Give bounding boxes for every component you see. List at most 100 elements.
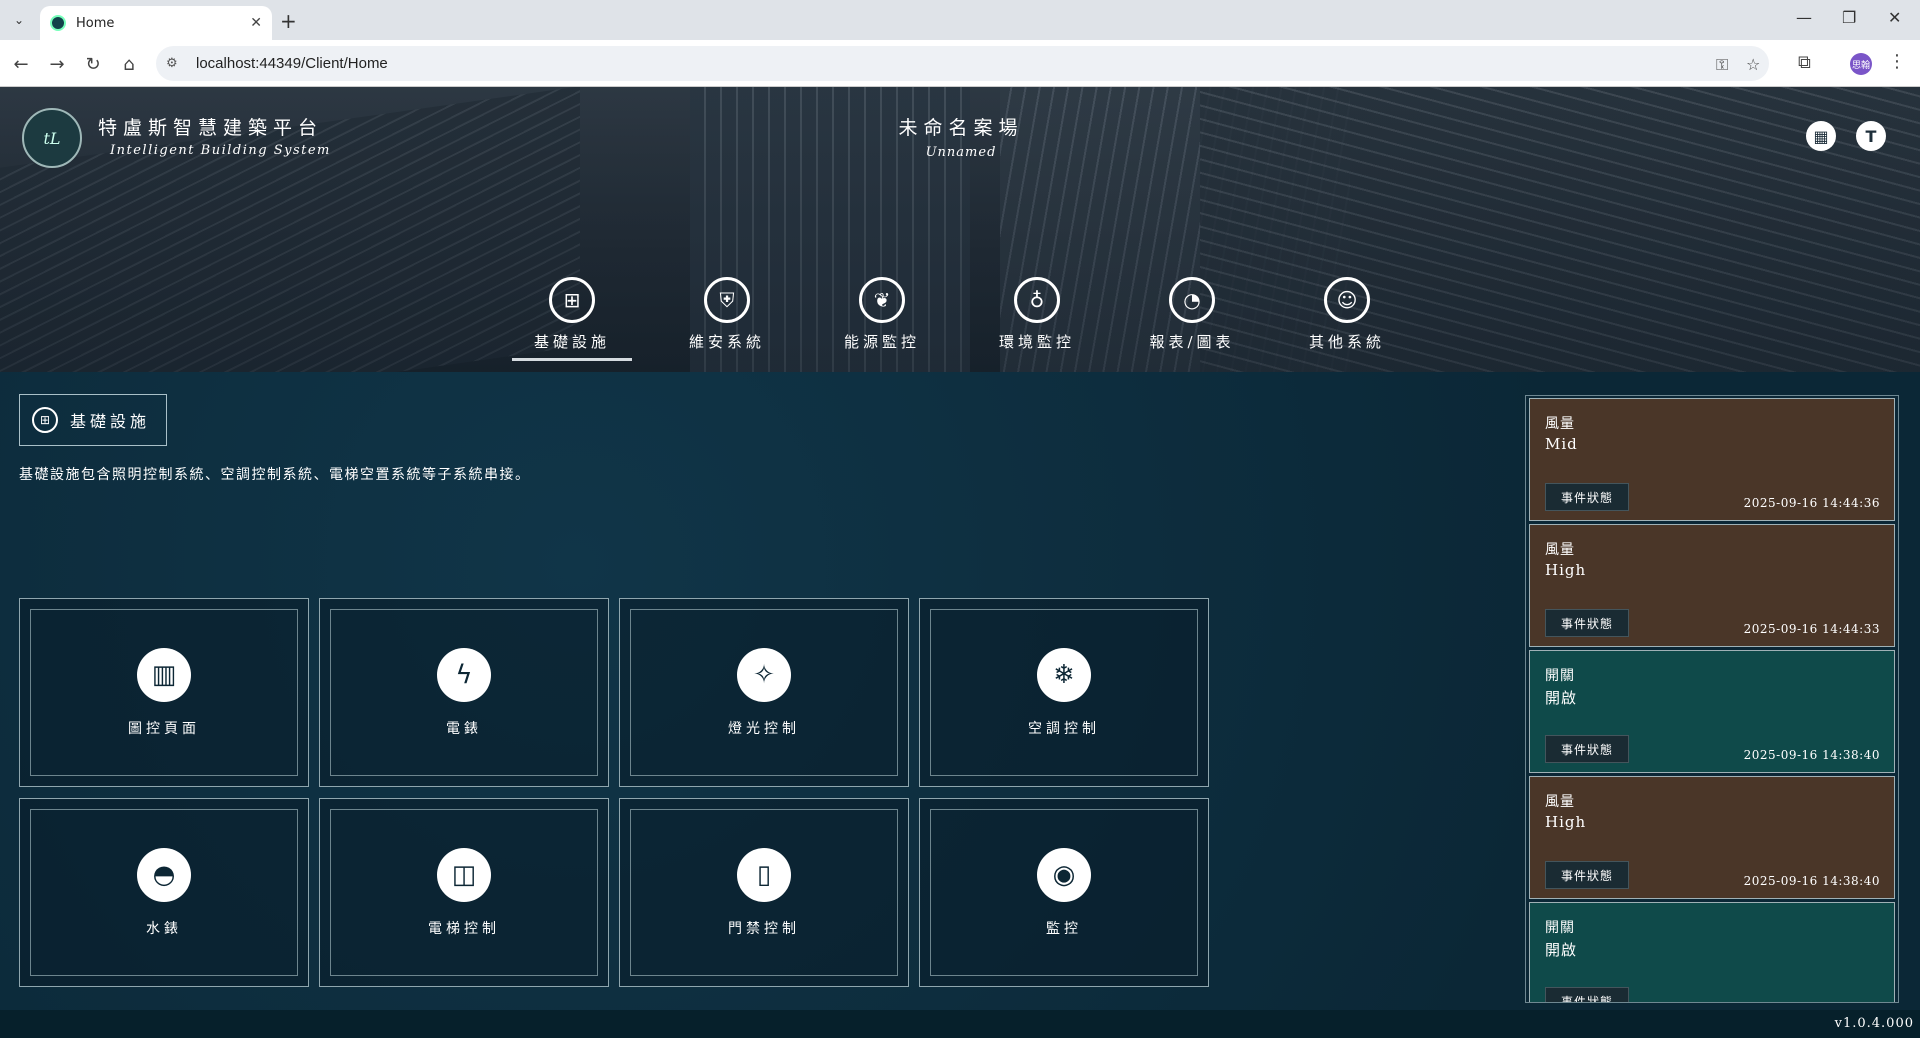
event-time: 2025-09-16 14:38:40 (1743, 748, 1880, 762)
tile-hvac-control[interactable]: ❄ 空調控制 (919, 598, 1209, 787)
tile-graphic-control[interactable]: ▥ 圖控頁面 (19, 598, 309, 787)
favicon-icon (50, 15, 66, 31)
nav-label: 基礎設施 (512, 331, 632, 361)
brand-subtitle: Intelligent Building System (110, 143, 331, 158)
event-card: 風量 Mid 事件狀態 2025-09-16 14:44:36 (1529, 398, 1895, 521)
event-card: 風量 High 事件狀態 2025-09-16 14:38:40 (1529, 776, 1895, 899)
tile-water-meter[interactable]: ◓ 水錶 (19, 798, 309, 987)
globe-flame-icon: ♁ (1014, 277, 1060, 323)
tile-label: 圖控頁面 (128, 720, 200, 737)
tile-label: 電梯控制 (428, 920, 500, 937)
event-time: 2025-09-16 14:38:40 (1743, 874, 1880, 888)
tile-frame: ϟ 電錶 (330, 609, 598, 776)
event-card: 風量 High 事件狀態 2025-09-16 14:44:33 (1529, 524, 1895, 647)
tile-frame: ❄ 空調控制 (930, 609, 1198, 776)
tile-frame: ◫ 電梯控制 (330, 809, 598, 976)
tile-frame: ▯ 門禁控制 (630, 809, 898, 976)
event-status-button[interactable]: 事件狀態 (1545, 735, 1629, 763)
version-label: v1.0.4.000 (1834, 1016, 1914, 1031)
event-value: High (1545, 561, 1587, 579)
event-time: 2025-09-16 14:44:33 (1743, 622, 1880, 636)
event-value: 開啟 (1545, 689, 1578, 707)
nav-reports[interactable]: ◔ 報表/圖表 (1132, 277, 1252, 352)
brand-logo[interactable]: tL (22, 108, 82, 168)
profile-avatar[interactable]: 思翰 (1850, 53, 1872, 75)
nav-environment[interactable]: ♁ 環境監控 (977, 277, 1097, 352)
window-close-icon[interactable]: ✕ (1888, 8, 1901, 27)
footer: v1.0.4.000 (0, 1010, 1920, 1038)
apps-grid-icon[interactable]: ▦ (1806, 121, 1836, 151)
restore-icon[interactable]: ❐ (1842, 8, 1856, 27)
browser-tab[interactable]: Home ✕ (40, 6, 272, 40)
tile-lighting-control[interactable]: ✧ 燈光控制 (619, 598, 909, 787)
building-icon: ▥ (137, 647, 191, 702)
back-icon[interactable]: ← (8, 51, 34, 77)
tab-close-icon[interactable]: ✕ (250, 15, 262, 31)
event-status-button[interactable]: 事件狀態 (1545, 609, 1629, 637)
tab-search-icon[interactable]: ⌄ (8, 9, 30, 31)
leaf-plug-icon: ❦ (859, 277, 905, 323)
nav-infrastructure[interactable]: ⊞ 基礎設施 (512, 277, 632, 361)
event-value: 開啟 (1545, 941, 1578, 959)
event-value: Mid (1545, 435, 1578, 453)
browser-menu-icon[interactable]: ⋮ (1888, 51, 1906, 72)
nav-label: 報表/圖表 (1149, 333, 1235, 351)
nav-label: 其他系統 (1308, 333, 1385, 351)
tile-frame: ◉ 監控 (930, 809, 1198, 976)
water-meter-icon: ◓ (137, 847, 191, 902)
browser-toolbar: ← → ↻ ⌂ ⚙ localhost:44349/Client/Home ⚿ … (0, 40, 1920, 87)
tile-label: 門禁控制 (728, 920, 800, 937)
tile-label: 水錶 (146, 920, 182, 937)
address-bar[interactable]: ⚙ localhost:44349/Client/Home ⚿ ☆ (156, 46, 1769, 81)
brand-title: 特盧斯智慧建築平台 (98, 117, 324, 139)
lightbulb-icon: ✧ (737, 647, 791, 702)
forward-icon[interactable]: → (44, 51, 70, 77)
event-status-button[interactable]: 事件狀態 (1545, 987, 1629, 1002)
nav-other-systems[interactable]: ☺ 其他系統 (1287, 277, 1407, 352)
hvac-icon: ❄ (1037, 647, 1091, 702)
main-content: ⊞ 基礎設施 基礎設施包含照明控制系統、空調控制系統、電梯空置系統等子系統串接。… (0, 372, 1920, 1010)
logo-text: tL (43, 128, 61, 148)
section-title: 基礎設施 (70, 412, 151, 431)
power-meter-icon: ϟ (437, 647, 491, 702)
site-info-icon[interactable]: ⚙ (166, 56, 186, 71)
event-time: 2025-09-16 14:44:36 (1743, 496, 1880, 510)
tile-frame: ✧ 燈光控制 (630, 609, 898, 776)
url-text[interactable]: localhost:44349/Client/Home (196, 55, 388, 72)
new-tab-icon[interactable]: + (280, 9, 297, 33)
event-title: 開關 (1545, 668, 1575, 684)
tab-title: Home (76, 15, 115, 31)
tile-power-meter[interactable]: ϟ 電錶 (319, 598, 609, 787)
event-status-button[interactable]: 事件狀態 (1545, 861, 1629, 889)
nav-security[interactable]: ⛨ 維安系統 (667, 277, 787, 352)
building-globe-icon: ⊞ (32, 407, 58, 433)
pie-chart-icon: ◔ (1169, 277, 1215, 323)
browser-tab-bar: ⌄ Home ✕ + — ❐ ✕ (0, 0, 1920, 40)
event-card: 開關 開啟 事件狀態 (1529, 902, 1895, 1002)
building-globe-icon: ⊞ (549, 277, 595, 323)
extensions-icon[interactable]: ⧉ (1798, 52, 1811, 73)
event-title: 風量 (1545, 416, 1575, 432)
cctv-icon: ◉ (1037, 847, 1091, 902)
home-icon[interactable]: ⌂ (116, 51, 142, 77)
tile-elevator-control[interactable]: ◫ 電梯控制 (319, 798, 609, 987)
bookmark-star-icon[interactable]: ☆ (1746, 55, 1760, 74)
event-status-button[interactable]: 事件狀態 (1545, 483, 1629, 511)
app-header: tL 特盧斯智慧建築平台 Intelligent Building System… (0, 87, 1920, 372)
tile-door-access-control[interactable]: ▯ 門禁控制 (619, 798, 909, 987)
tile-label: 空調控制 (1028, 720, 1100, 737)
nav-energy[interactable]: ❦ 能源監控 (822, 277, 942, 352)
user-avatar[interactable]: T (1856, 121, 1886, 151)
event-list[interactable]: 風量 Mid 事件狀態 2025-09-16 14:44:36 風量 High … (1525, 395, 1899, 1003)
tile-cctv[interactable]: ◉ 監控 (919, 798, 1209, 987)
nav-label: 環境監控 (998, 333, 1075, 351)
event-title: 開關 (1545, 920, 1575, 936)
site-subtitle: Unnamed (925, 145, 997, 160)
elevator-icon: ◫ (437, 847, 491, 902)
password-key-icon[interactable]: ⚿ (1716, 55, 1728, 75)
reload-icon[interactable]: ↻ (80, 51, 106, 77)
door-access-icon: ▯ (737, 847, 791, 902)
tile-label: 電錶 (446, 720, 482, 737)
robot-badge-icon: ☺ (1324, 277, 1370, 323)
minimize-icon[interactable]: — (1796, 8, 1812, 27)
